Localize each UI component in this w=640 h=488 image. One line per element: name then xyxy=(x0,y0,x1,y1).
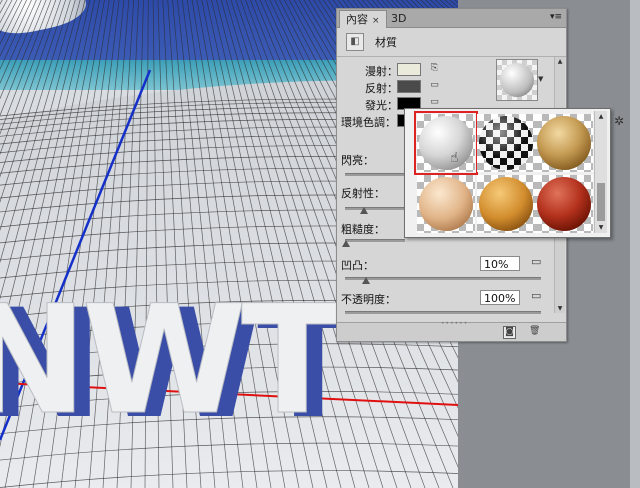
sphere xyxy=(537,116,591,170)
trash-icon[interactable]: 🗑 xyxy=(529,326,540,337)
tab-3d[interactable]: 3D xyxy=(385,10,412,27)
reflection-label: 反射性： xyxy=(341,187,385,200)
ambient-label: 環境色調： xyxy=(341,116,396,129)
scroll-down-icon[interactable]: ▼ xyxy=(555,305,565,312)
material-wood[interactable] xyxy=(477,175,535,233)
close-tab-icon[interactable]: × xyxy=(372,16,380,26)
roughness-label: 粗糙度： xyxy=(341,223,385,236)
hand-cursor-icon: ☝ xyxy=(450,150,459,166)
panel-menu-icon[interactable]: ▾≡ xyxy=(550,9,562,26)
sphere xyxy=(419,116,473,170)
scroll-down-icon[interactable]: ▼ xyxy=(595,224,607,231)
scroll-up-icon[interactable]: ▲ xyxy=(595,113,607,120)
opacity-value-input[interactable]: 100% xyxy=(480,290,520,305)
material-picker: ▲ ▼ xyxy=(404,108,611,238)
material-dropdown-arrow-icon[interactable]: ▼ xyxy=(538,75,543,83)
sphere xyxy=(479,116,533,170)
tab-properties[interactable]: 內容 × xyxy=(339,10,387,28)
panel-title: 材質 xyxy=(375,36,397,49)
specular-color-swatch[interactable] xyxy=(397,80,421,93)
material-cork[interactable] xyxy=(535,114,593,172)
material-white-marble[interactable] xyxy=(414,111,478,175)
sphere xyxy=(419,177,473,231)
reflection-slider-thumb[interactable] xyxy=(360,207,368,214)
apply-icon[interactable]: ◙ xyxy=(503,326,516,339)
scroll-up-icon[interactable]: ▲ xyxy=(555,58,565,65)
picker-scrollbar[interactable]: ▲ ▼ xyxy=(594,111,607,233)
shine-slider[interactable] xyxy=(345,173,405,176)
texture-edit-icon[interactable]: ⎘ xyxy=(429,63,440,74)
sphere xyxy=(479,177,533,231)
opacity-label: 不透明度： xyxy=(341,293,396,306)
roughness-slider-thumb[interactable] xyxy=(342,240,350,247)
folder-icon[interactable]: ▭ xyxy=(531,289,541,302)
folder-icon[interactable]: ▭ xyxy=(531,255,541,268)
bump-label: 凹凸： xyxy=(341,259,374,272)
bump-value-input[interactable]: 10% xyxy=(480,256,520,271)
opacity-slider[interactable] xyxy=(345,311,541,314)
resize-grip-icon[interactable]: •••••• xyxy=(441,320,468,327)
tab-properties-label: 內容 xyxy=(346,13,368,26)
bump-slider[interactable] xyxy=(345,277,541,280)
illumination-label: 發光： xyxy=(365,99,398,112)
material-preview[interactable] xyxy=(496,59,538,101)
extruded-text-face: NWT xyxy=(0,274,343,448)
panel-header: ◧ 材質 xyxy=(337,28,566,57)
material-checker[interactable] xyxy=(477,114,535,172)
reflection-slider[interactable] xyxy=(345,207,405,210)
material-preview-sphere xyxy=(500,63,534,97)
material-beige-stone[interactable] xyxy=(417,175,475,233)
panel-tabbar: 內容 × 3D ▾≡ xyxy=(337,9,566,28)
shine-label: 閃亮： xyxy=(341,154,374,167)
gear-icon[interactable]: ✲ xyxy=(614,114,624,128)
workspace-rail xyxy=(630,0,640,488)
roughness-slider[interactable] xyxy=(345,239,405,242)
tab-3d-label: 3D xyxy=(391,12,407,25)
sphere xyxy=(537,177,591,231)
folder-icon[interactable]: ▭ xyxy=(429,97,440,108)
material-red-leather[interactable] xyxy=(535,175,593,233)
picker-scroll-thumb[interactable] xyxy=(597,183,605,221)
panel-footer: •••••• ◙ 🗑 xyxy=(337,320,566,341)
diffuse-color-swatch[interactable] xyxy=(397,63,421,76)
specular-label: 反射： xyxy=(365,82,398,95)
bump-slider-thumb[interactable] xyxy=(362,277,370,284)
material-icon: ◧ xyxy=(346,33,364,51)
diffuse-label: 漫射： xyxy=(365,65,398,78)
folder-icon[interactable]: ▭ xyxy=(429,80,440,91)
